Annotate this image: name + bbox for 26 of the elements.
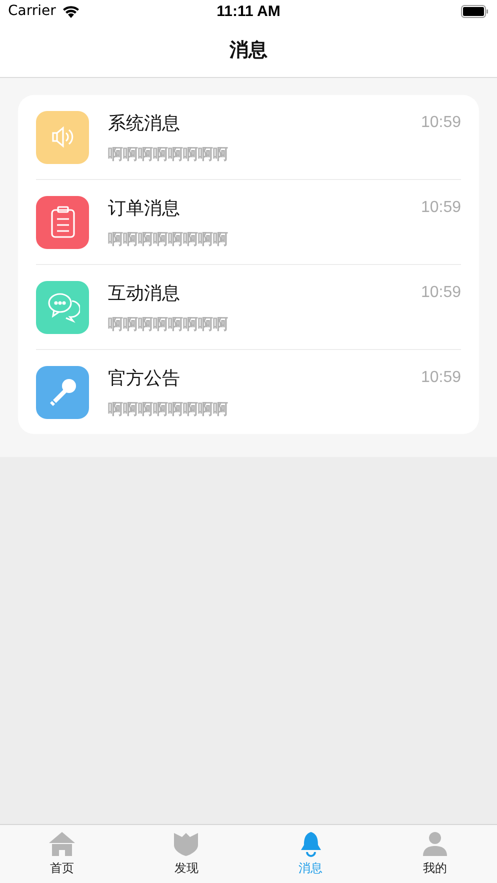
- message-title: 订单消息: [108, 197, 181, 220]
- status-time: 11:11 AM: [216, 2, 280, 20]
- tab-item[interactable]: 我的: [372, 825, 497, 883]
- message-time: 10:59: [420, 368, 461, 387]
- message-time: 10:59: [420, 113, 461, 132]
- tab-item[interactable]: 发现: [124, 825, 248, 883]
- message-item[interactable]: 订单消息 啊啊啊啊啊啊啊啊 10:59: [36, 180, 461, 265]
- message-title: 互动消息: [108, 282, 181, 305]
- carrier-name: Carrier: [8, 3, 56, 19]
- message-preview: 啊啊啊啊啊啊啊啊: [108, 315, 229, 334]
- message-item[interactable]: 互动消息 啊啊啊啊啊啊啊啊 10:59: [36, 265, 461, 350]
- wifi-icon: [62, 4, 80, 18]
- tab-item[interactable]: 首页: [0, 825, 124, 883]
- person-icon: [420, 831, 449, 857]
- home-icon: [48, 831, 76, 857]
- message-preview: 啊啊啊啊啊啊啊啊: [108, 400, 229, 419]
- message-item[interactable]: 系统消息 啊啊啊啊啊啊啊啊 10:59: [36, 95, 461, 180]
- message-title: 系统消息: [108, 112, 181, 135]
- battery-icon: [461, 4, 489, 18]
- page-title: 消息: [230, 38, 268, 62]
- message-time: 10:59: [420, 198, 461, 217]
- message-preview: 啊啊啊啊啊啊啊啊: [108, 230, 229, 249]
- message-title: 官方公告: [108, 367, 181, 390]
- message-time: 10:59: [420, 283, 461, 302]
- message-item[interactable]: 官方公告 啊啊啊啊啊啊啊啊 10:59: [36, 350, 461, 434]
- message-preview: 啊啊啊啊啊啊啊啊: [108, 145, 229, 164]
